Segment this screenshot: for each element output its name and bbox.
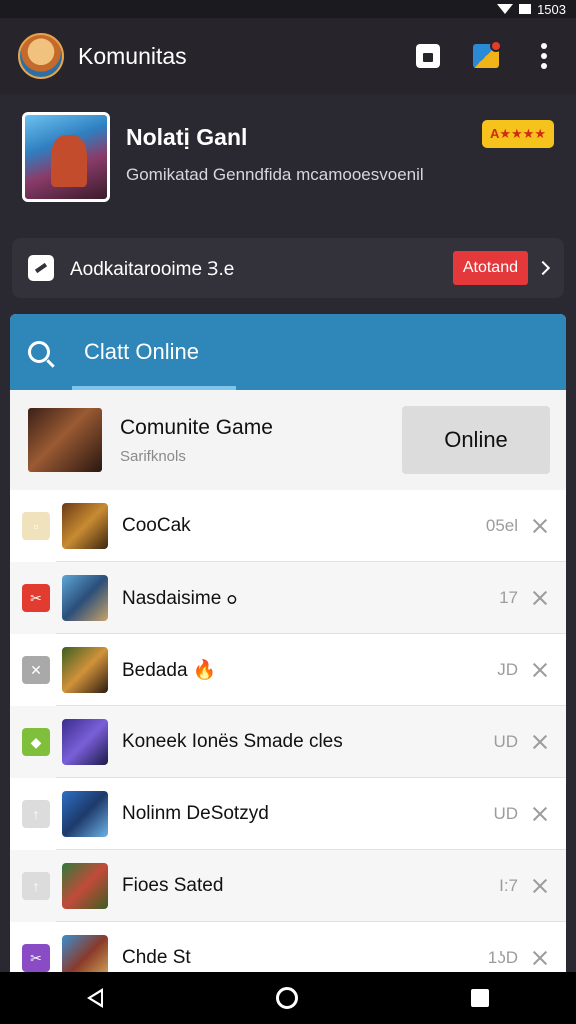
category-tag-icon: ↑ [22,872,50,900]
notification-badge [490,40,502,52]
rating-badge: A★★★★ [481,120,554,148]
close-icon[interactable] [532,518,548,534]
category-tag-icon: ▫ [22,512,50,540]
home-icon[interactable] [275,987,298,1009]
list-item-title: Nolinm DeSotzyd [122,803,269,824]
close-icon[interactable] [532,662,548,678]
game-thumbnail [62,791,108,837]
game-thumbnail [62,575,108,621]
list-item-meta: JD [497,660,518,679]
list-item-meta: UD [493,732,518,751]
close-icon[interactable] [532,590,548,606]
game-header-card[interactable]: Nolatị Ganl Gomikatad Genndfida mcamooes… [22,112,558,212]
battery-icon [519,4,532,14]
list-item-title: Bedada 🔥 [122,660,217,681]
game-thumbnail [62,719,108,765]
notifications-button[interactable] [472,40,502,70]
category-tag-icon: ✕ [22,656,50,684]
game-list: ▫ CooCak 05el ✂ Nasdaisime ߋ 17 ✕ Bedada 🔥 JD ◆ Ko… [10,490,566,974]
game-thumbnail [62,647,108,693]
list-item-meta: UD [493,804,518,823]
online-button[interactable]: Online [402,406,550,474]
game-thumbnail [22,112,110,202]
promo-action-button[interactable]: Atotand [452,251,528,285]
list-item[interactable]: ↑ Nolinm DeSotzyd UD [10,778,566,850]
list-item-title: Chde St [122,947,191,968]
back-icon[interactable] [86,988,103,1008]
panel-header: Clatt Online [10,314,566,390]
list-item-title: CooCak [122,515,191,536]
system-nav-bar [0,972,576,1024]
category-tag-icon: ↑ [22,800,50,828]
save-button[interactable] [414,42,442,70]
signal-icon [497,4,514,14]
kebab-menu-icon [541,43,547,69]
list-item-meta: I:7 [499,876,518,895]
list-item-meta: 17 [499,588,518,607]
close-icon[interactable] [532,806,548,822]
category-tag-icon: ✂ [22,584,50,612]
tab-online[interactable]: Clatt Online [84,339,199,365]
game-subtitle: Gomikatad Genndfida mcamooesvoenil [126,165,424,184]
app-actions [414,40,558,70]
close-icon[interactable] [532,878,548,894]
list-item-meta: 1ʖD [487,948,518,967]
more-options-button[interactable] [530,42,558,70]
game-thumbnail [62,503,108,549]
list-item[interactable]: ▫ CooCak 05el [10,490,566,562]
game-thumbnail [62,935,108,974]
search-icon[interactable] [28,341,50,363]
promo-row[interactable]: Aodkaitarooime Ɜ.e Atotand [12,238,564,298]
category-tag-icon: ◆ [22,728,50,756]
featured-game-thumbnail [28,408,102,472]
list-item-title: Nasdaisime ߋ [122,587,238,609]
featured-game-subtitle: Sarifknols [120,447,186,465]
app-title: Komunitas [78,42,187,69]
status-bar: 1503 [0,0,576,18]
list-item-title: Koneek Ionës Smade cles [122,731,343,752]
app-bar: Komunitas [0,18,576,94]
close-icon[interactable] [532,950,548,966]
save-icon [416,44,440,68]
community-panel: Clatt Online Comunite Game Sarifknols On… [10,314,566,974]
tab-indicator [72,386,236,390]
list-item-meta: 05el [485,516,518,535]
category-tag-icon: ✂ [22,944,50,972]
status-time: 1503 [537,1,566,17]
list-item[interactable]: ◆ Koneek Ionës Smade cles UD [10,706,566,778]
game-thumbnail [62,863,108,909]
featured-game-info: Comunite Game Sarifknols [120,416,402,465]
list-item[interactable]: ✕ Bedada 🔥 JD [10,634,566,706]
app-logo-icon [18,33,64,79]
list-item-title: Fioes Sated [122,875,224,896]
promo-text: Aodkaitarooime Ɜ.e [70,259,235,280]
list-item[interactable]: ↑ Fioes Sated I:7 [10,850,566,922]
featured-game-title: Comunite Game [120,415,273,439]
edit-icon [28,255,54,281]
recent-apps-icon[interactable] [471,989,490,1007]
chevron-right-icon[interactable] [535,260,551,276]
close-icon[interactable] [532,734,548,750]
list-item[interactable]: ✂ Nasdaisime ߋ 17 [10,562,566,634]
list-item[interactable]: ✂ Chde St 1ʖD [10,922,566,974]
featured-game-row[interactable]: Comunite Game Sarifknols Online [10,390,566,490]
